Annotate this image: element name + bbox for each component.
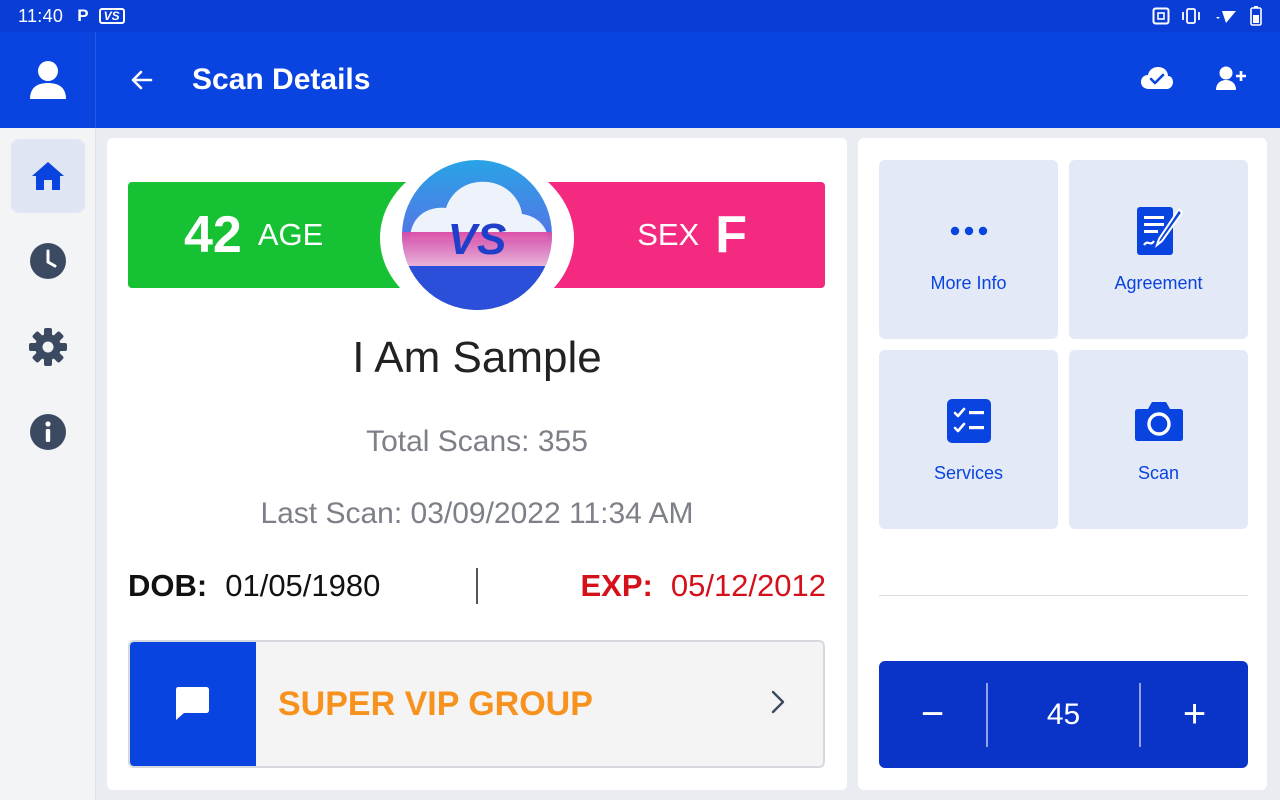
info-icon bbox=[30, 414, 66, 450]
status-bar: 11:40 P VS bbox=[0, 0, 1280, 32]
services-label: Services bbox=[933, 463, 1004, 483]
app-logo-icon: VS bbox=[98, 8, 125, 24]
actions-panel: More Info Agreement Services Scan − 45 + bbox=[858, 138, 1267, 790]
more-info-label: More Info bbox=[930, 273, 1007, 293]
scan-label: Scan bbox=[1137, 463, 1180, 483]
profile-avatar-button[interactable] bbox=[0, 32, 96, 128]
sex-value: F bbox=[715, 206, 747, 264]
logo-text: VS bbox=[448, 215, 507, 264]
panel-divider bbox=[879, 595, 1248, 596]
chevron-right-icon bbox=[771, 690, 785, 719]
home-icon bbox=[32, 162, 64, 190]
parking-icon: P bbox=[77, 6, 89, 25]
person-name: I Am Sample bbox=[352, 333, 602, 382]
group-name: SUPER VIP GROUP bbox=[278, 684, 593, 723]
rail-item-history[interactable] bbox=[11, 224, 85, 298]
clock-icon bbox=[30, 243, 66, 279]
dob-value: 01/05/1980 bbox=[225, 568, 381, 603]
dob-exp-row: DOB: 01/05/1980 EXP: 05/12/2012 bbox=[128, 566, 826, 606]
agreement-document-icon bbox=[1136, 207, 1183, 255]
battery-icon bbox=[1250, 6, 1262, 26]
add-user-button[interactable] bbox=[1216, 65, 1246, 96]
exp-label: EXP: bbox=[580, 568, 653, 603]
scan-details-card: 42 AGE SEX F VS I Am Sample Total Scans:… bbox=[107, 138, 847, 790]
more-dots-icon bbox=[950, 226, 987, 236]
chat-button[interactable] bbox=[130, 642, 256, 766]
profile-photo-logo: VS bbox=[402, 160, 552, 310]
increment-button[interactable]: + bbox=[1141, 661, 1248, 768]
side-rail bbox=[0, 128, 96, 800]
page-title: Scan Details bbox=[192, 63, 371, 96]
add-user-icon bbox=[1216, 66, 1246, 90]
cloud-check-icon bbox=[1141, 66, 1173, 89]
last-scan: Last Scan: 03/09/2022 11:34 AM bbox=[260, 497, 694, 530]
camera-icon bbox=[1134, 402, 1183, 441]
more-info-tile[interactable]: More Info bbox=[879, 160, 1058, 339]
services-tile[interactable]: Services bbox=[879, 350, 1058, 529]
rail-item-settings[interactable] bbox=[11, 310, 85, 384]
agreement-tile[interactable]: Agreement bbox=[1069, 160, 1248, 339]
vibrate-icon bbox=[1182, 8, 1200, 24]
arrow-left-icon bbox=[131, 70, 153, 90]
cloud-sync-button[interactable] bbox=[1140, 66, 1174, 95]
app-bar: Scan Details bbox=[0, 32, 1280, 128]
decrement-button[interactable]: − bbox=[879, 661, 986, 768]
chat-bubble-icon bbox=[176, 687, 209, 720]
sex-label: SEX bbox=[637, 217, 700, 252]
age-label: AGE bbox=[257, 217, 324, 252]
expiry: EXP: 05/12/2012 bbox=[580, 568, 826, 604]
total-scans: Total Scans: 355 bbox=[366, 425, 588, 458]
user-icon bbox=[29, 61, 66, 99]
age-value: 42 bbox=[184, 206, 242, 264]
group-row[interactable]: SUPER VIP GROUP bbox=[128, 640, 825, 768]
rail-item-info[interactable] bbox=[11, 395, 85, 469]
agreement-label: Agreement bbox=[1114, 273, 1203, 293]
scan-tile[interactable]: Scan bbox=[1069, 350, 1248, 529]
quantity-stepper: − 45 + bbox=[879, 661, 1248, 768]
divider bbox=[476, 568, 478, 604]
exp-value: 05/12/2012 bbox=[670, 568, 826, 603]
dob-label: DOB: bbox=[128, 568, 208, 603]
wifi-icon bbox=[1216, 11, 1236, 23]
checklist-icon bbox=[946, 399, 991, 443]
rail-item-home[interactable] bbox=[11, 139, 85, 213]
nfc-icon bbox=[1152, 7, 1170, 25]
stepper-value: 45 bbox=[1046, 697, 1081, 731]
back-button[interactable] bbox=[128, 66, 156, 94]
gear-icon bbox=[29, 328, 67, 366]
status-time: 11:40 bbox=[18, 5, 64, 26]
